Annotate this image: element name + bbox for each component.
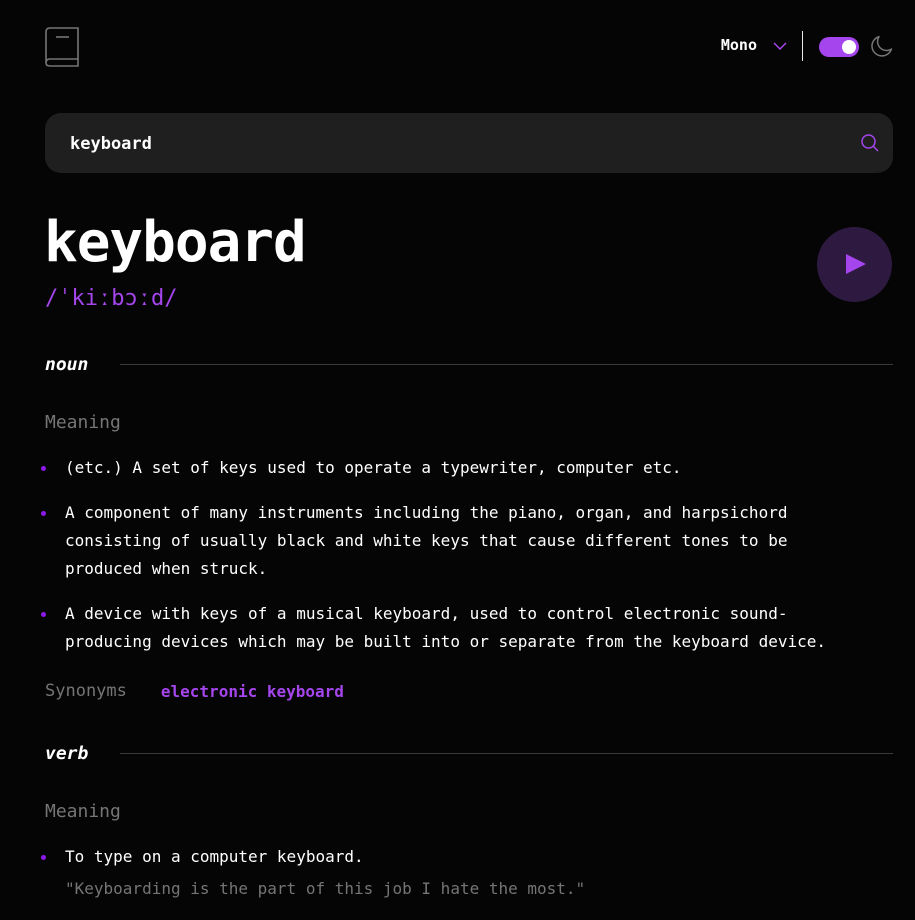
part-of-speech-label: noun xyxy=(45,353,89,375)
part-of-speech-heading: noun xyxy=(45,352,893,376)
search-icon[interactable] xyxy=(861,134,879,152)
word-title: keyboard xyxy=(44,210,307,275)
play-audio-button[interactable] xyxy=(817,227,892,302)
chevron-down-icon xyxy=(773,35,787,54)
play-icon xyxy=(846,254,866,274)
synonyms-row: Synonyms electronic keyboard xyxy=(45,681,344,701)
phonetic: /ˈkiːbɔːd/ xyxy=(45,286,178,311)
divider-line xyxy=(120,363,893,365)
part-of-speech-label: verb xyxy=(45,742,89,764)
part-of-speech-heading: verb xyxy=(45,741,893,765)
definition-item: A component of many instruments includin… xyxy=(41,499,865,583)
app-header: Mono xyxy=(45,27,893,67)
book-logo-icon[interactable] xyxy=(45,27,81,67)
meaning-label: Meaning xyxy=(45,801,121,822)
divider-line xyxy=(120,752,893,754)
search-input[interactable] xyxy=(68,113,832,175)
search-bar xyxy=(45,113,893,175)
definition-item: A device with keys of a musical keyboard… xyxy=(41,600,865,656)
definition-item: To type on a computer keyboard. "Keyboar… xyxy=(41,843,865,903)
moon-icon xyxy=(871,35,893,57)
meaning-label: Meaning xyxy=(45,412,121,433)
theme-toggle[interactable] xyxy=(819,37,859,57)
header-divider xyxy=(802,31,803,61)
font-family-select[interactable]: Mono xyxy=(721,35,787,54)
definition-text: To type on a computer keyboard. xyxy=(65,847,364,866)
definition-example: "Keyboarding is the part of this job I h… xyxy=(65,879,586,898)
synonym-link[interactable]: electronic keyboard xyxy=(161,682,344,701)
definition-item: (etc.) A set of keys used to operate a t… xyxy=(41,454,865,482)
definitions-list: (etc.) A set of keys used to operate a t… xyxy=(41,454,865,673)
toggle-knob xyxy=(842,40,856,54)
definitions-list: To type on a computer keyboard. "Keyboar… xyxy=(41,843,865,920)
synonyms-label: Synonyms xyxy=(45,681,127,701)
font-select-label: Mono xyxy=(720,35,757,54)
